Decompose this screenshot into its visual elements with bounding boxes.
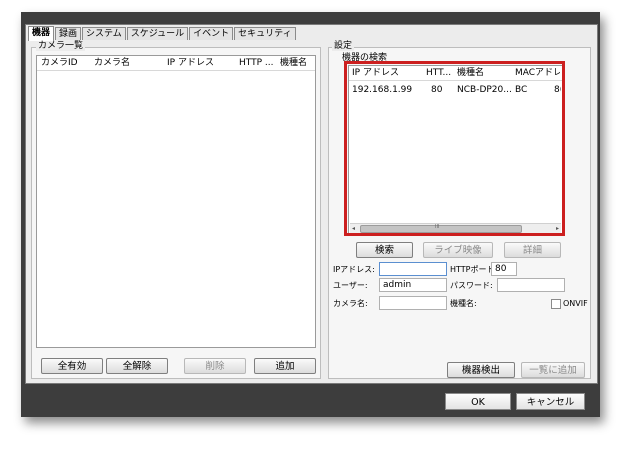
tab-event[interactable]: イベント bbox=[189, 27, 234, 40]
camera-list-header: カメラID カメラ名 IP アドレス HTTP ... 機種名 bbox=[37, 56, 315, 71]
add-button[interactable]: 追加 bbox=[254, 358, 316, 374]
camera-name-label: カメラ名: bbox=[333, 299, 368, 308]
onvif-checkbox[interactable] bbox=[551, 299, 561, 309]
detect-device-button[interactable]: 機器検出 bbox=[447, 362, 515, 378]
settings-window: 機器 録画 システム スケジュール イベント セキュリティ カメラ一覧 カメラI… bbox=[21, 12, 600, 417]
ip-address-input[interactable] bbox=[379, 262, 447, 276]
camera-list-label: カメラ一覧 bbox=[36, 41, 86, 51]
column-ip-address[interactable]: IP アドレス bbox=[167, 57, 214, 69]
camera-list-table[interactable]: カメラID カメラ名 IP アドレス HTTP ... 機種名 bbox=[36, 55, 316, 348]
detail-button[interactable]: 詳細 bbox=[504, 242, 561, 258]
tab-system[interactable]: システム bbox=[82, 27, 126, 40]
enable-all-button[interactable]: 全有効 bbox=[41, 358, 103, 374]
password-label: パスワード: bbox=[450, 281, 493, 290]
password-input[interactable] bbox=[497, 278, 565, 292]
cancel-button[interactable]: キャンセル bbox=[516, 393, 585, 410]
delete-button[interactable]: 削除 bbox=[184, 358, 246, 374]
tab-schedule[interactable]: スケジュール bbox=[126, 27, 189, 40]
tab-bar: 機器 録画 システム スケジュール イベント セキュリティ bbox=[28, 26, 297, 41]
ok-button[interactable]: OK bbox=[445, 393, 511, 410]
camera-name-input[interactable] bbox=[379, 296, 447, 310]
live-view-button[interactable]: ライブ映像 bbox=[423, 242, 493, 258]
onvif-label: ONVIF bbox=[563, 299, 588, 308]
model-label: 機種名: bbox=[450, 299, 477, 308]
column-camera-id[interactable]: カメラID bbox=[41, 57, 78, 69]
user-label: ユーザー: bbox=[333, 281, 368, 290]
http-port-input[interactable]: 80 bbox=[491, 262, 517, 276]
tab-device[interactable]: 機器 bbox=[28, 26, 55, 41]
column-camera-name[interactable]: カメラ名 bbox=[94, 57, 130, 69]
settings-label: 設定 bbox=[332, 41, 355, 51]
tab-security[interactable]: セキュリティ bbox=[234, 27, 296, 40]
ip-address-label: IPアドレス: bbox=[333, 265, 375, 274]
settings-dialog: 機器 録画 システム スケジュール イベント セキュリティ カメラ一覧 カメラI… bbox=[25, 24, 598, 384]
search-highlight-box bbox=[344, 61, 565, 236]
tab-recording[interactable]: 録画 bbox=[55, 27, 82, 40]
add-to-list-button[interactable]: 一覧に追加 bbox=[521, 362, 585, 378]
release-all-button[interactable]: 全解除 bbox=[106, 358, 168, 374]
user-input[interactable]: admin bbox=[379, 278, 447, 292]
search-button[interactable]: 検索 bbox=[356, 242, 413, 258]
column-http-port[interactable]: HTTP ... bbox=[239, 57, 273, 69]
column-model-name[interactable]: 機種名 bbox=[280, 57, 307, 69]
